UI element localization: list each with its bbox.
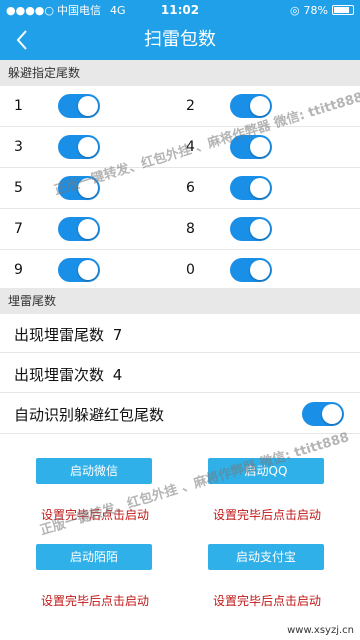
launch-momo-button[interactable]: 启动陌陌 [36, 544, 152, 570]
digit-label: 0 [186, 262, 195, 278]
tail-count-label: 出现埋雷尾数 7 [14, 326, 123, 344]
digit-label: 2 [186, 98, 195, 114]
toggle-digit-9[interactable] [58, 258, 100, 282]
digit-label: 3 [14, 139, 23, 155]
hint-text: 设置完毕后点击启动 [212, 594, 321, 608]
section-header-avoid: 躲避指定尾数 [0, 60, 360, 86]
nav-bar: 扫雷包数 [0, 20, 360, 60]
tail-count-value: 7 [112, 326, 123, 344]
alarm-icon: ◎ [289, 3, 300, 17]
toggle-digit-3[interactable] [58, 135, 100, 159]
battery-percent: 78% [303, 3, 328, 17]
toggle-digit-0[interactable] [230, 258, 272, 282]
auto-detect-row: 自动识别躲避红包尾数 [0, 394, 360, 434]
status-right: ◎ 78% [290, 4, 354, 17]
toggle-digit-7[interactable] [58, 217, 100, 241]
times-label: 出现埋雷次数 4 [14, 366, 123, 384]
auto-detect-label: 自动识别躲避红包尾数 [14, 406, 165, 424]
section-header-mine: 埋雷尾数 [0, 288, 360, 314]
toggle-digit-8[interactable] [230, 217, 272, 241]
digit-label: 1 [14, 98, 23, 114]
digit-label: 9 [14, 262, 23, 278]
toggle-row: 7 8 [0, 209, 360, 250]
tail-count-row[interactable]: 出现埋雷尾数 7 [0, 314, 360, 353]
toggle-digit-1[interactable] [58, 94, 100, 118]
status-bar: ●●●●○ 中国电信 4G 11:02 ◎ 78% [0, 0, 360, 20]
toggle-digit-6[interactable] [230, 176, 272, 200]
battery-icon [332, 5, 354, 15]
times-row[interactable]: 出现埋雷次数 4 [0, 354, 360, 393]
digit-label: 7 [14, 221, 23, 237]
toggle-row: 9 0 [0, 250, 360, 291]
hint-text: 设置完毕后点击启动 [40, 594, 149, 608]
digit-label: 5 [14, 180, 23, 196]
times-value: 4 [112, 366, 123, 384]
page-title: 扫雷包数 [144, 29, 216, 50]
digit-label: 6 [186, 180, 195, 196]
site-watermark: www.xsyzj.cn [287, 625, 354, 636]
hint-text: 设置完毕后点击启动 [212, 508, 321, 522]
launch-alipay-button[interactable]: 启动支付宝 [208, 544, 324, 570]
launch-wechat-button[interactable]: 启动微信 [36, 458, 152, 484]
digit-label: 8 [186, 221, 195, 237]
toggle-auto-detect[interactable] [302, 402, 344, 426]
